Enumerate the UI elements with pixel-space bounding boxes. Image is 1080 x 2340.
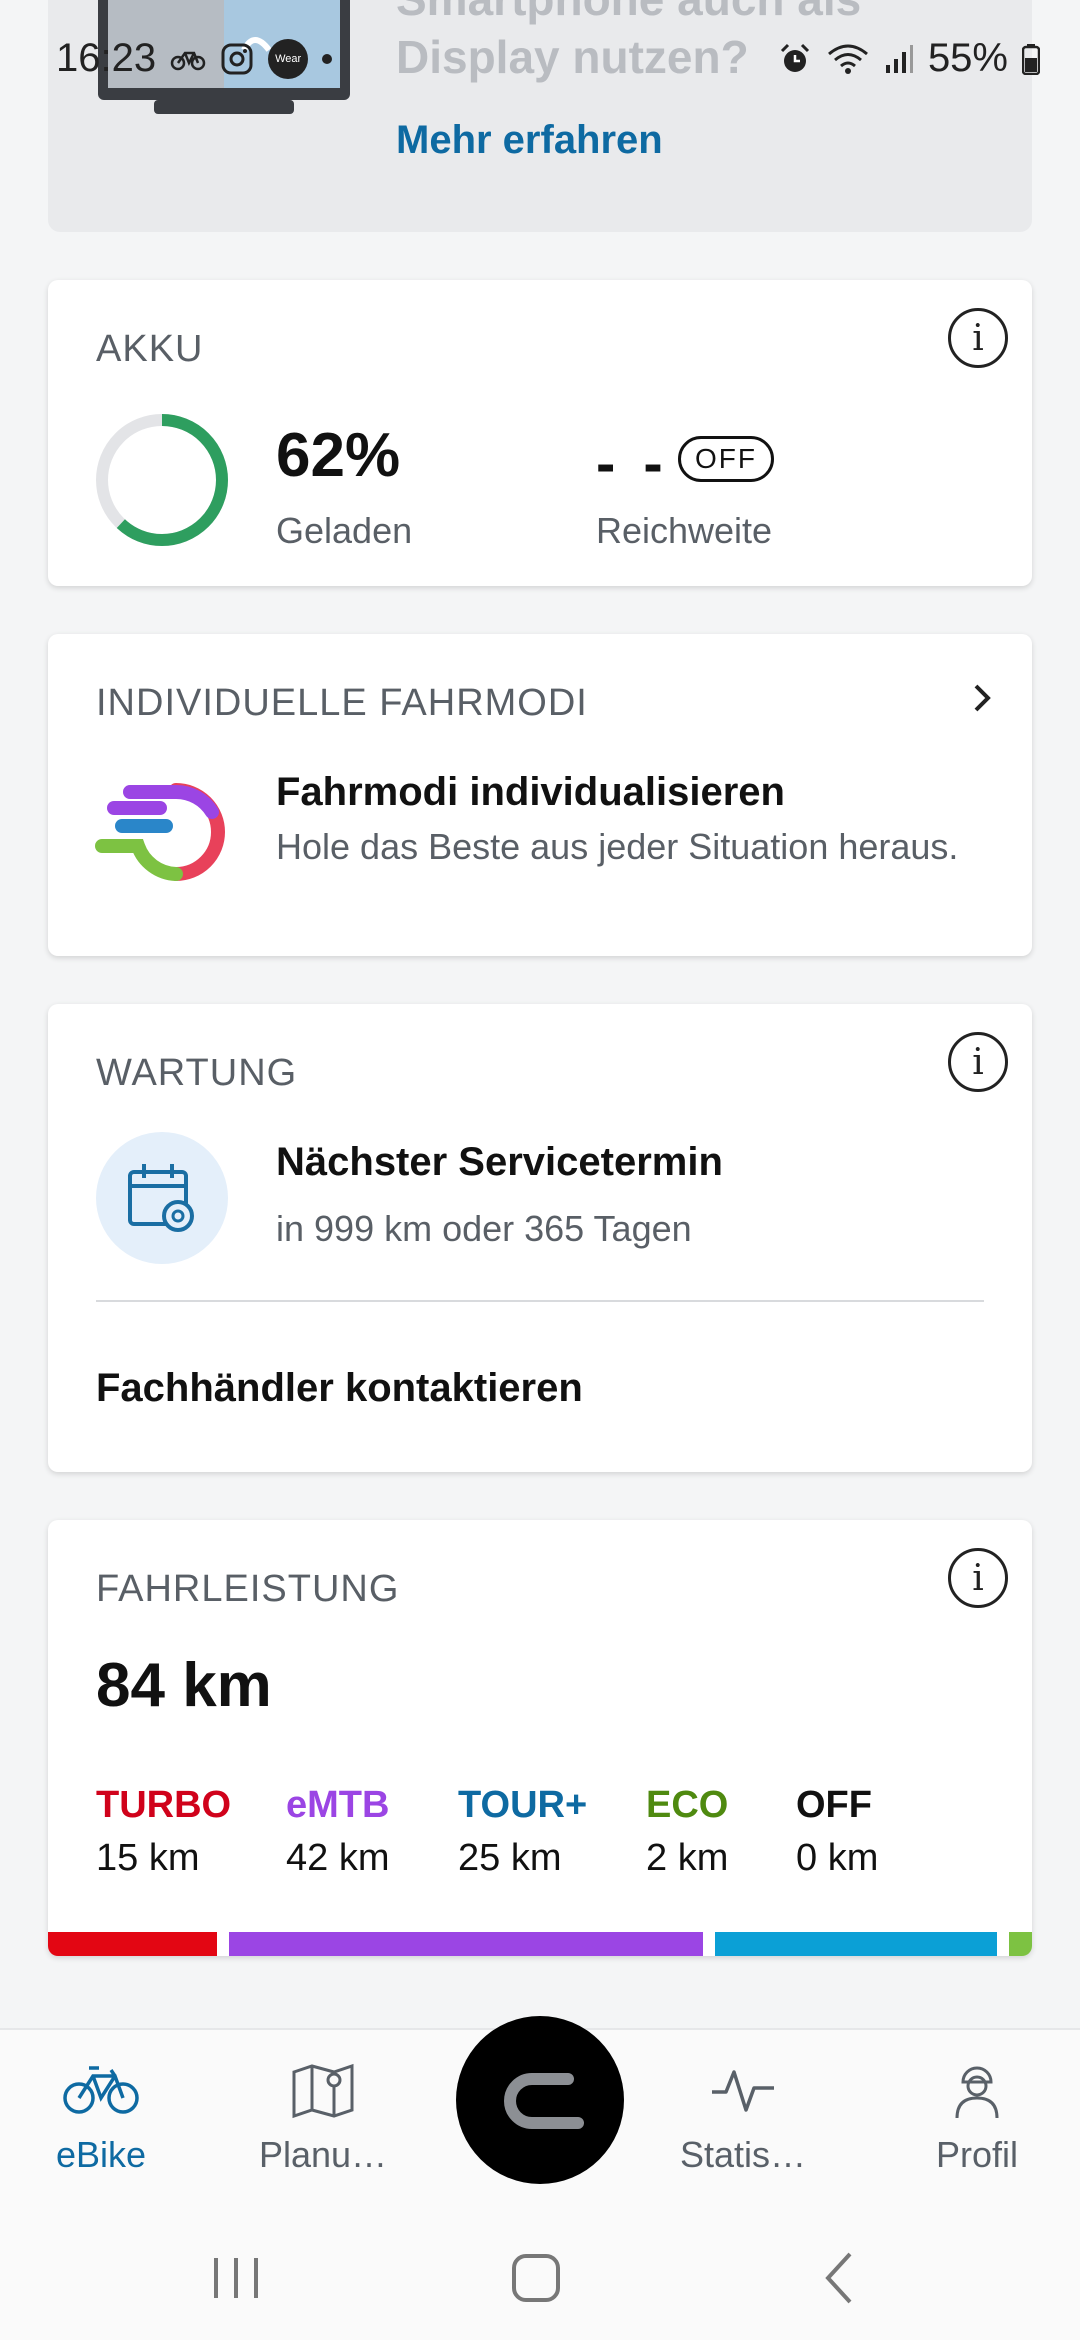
mode-bar-segment xyxy=(715,1932,998,1956)
bike-notification-icon xyxy=(170,47,206,71)
activity-icon xyxy=(658,2060,828,2120)
status-bar: 16:23 Wear 55% xyxy=(0,0,1080,122)
range-value: - - xyxy=(596,431,669,496)
mode-name: ECO xyxy=(646,1784,729,1826)
mode-eco: ECO 2 km xyxy=(646,1784,728,1880)
battery-percent-value: 62% xyxy=(276,421,401,490)
battery-percent-label: Geladen xyxy=(276,510,413,551)
maintenance-card: WARTUNG i Nächster Servicetermin in 999 … xyxy=(48,1004,1032,1472)
mode-bar-segment xyxy=(229,1932,704,1956)
mileage-title: FAHRLEISTUNG xyxy=(96,1568,400,1610)
riding-modes-icon xyxy=(94,778,244,893)
nav-profile[interactable]: Profil xyxy=(892,2060,1062,2176)
bottom-navigation: eBike Planu… Statis… Profil xyxy=(0,2016,1080,2214)
battery-card: AKKU i 62% Geladen - - OFF Reichweite xyxy=(48,280,1032,586)
instagram-icon xyxy=(220,42,254,76)
nav-label: Statis… xyxy=(679,2134,807,2175)
recent-apps-icon[interactable] xyxy=(206,2250,266,2311)
wear-os-icon: Wear xyxy=(268,38,309,79)
system-navigation-bar xyxy=(0,2214,1080,2340)
mode-distance: 15 km xyxy=(96,1837,200,1879)
mode-distance: 25 km xyxy=(458,1837,562,1879)
mode-bar-segment xyxy=(48,1932,218,1956)
learn-more-link[interactable]: Mehr erfahren xyxy=(396,118,663,163)
more-notifications-icon xyxy=(322,53,333,64)
maintenance-info-button[interactable]: i xyxy=(948,1032,1008,1092)
status-time: 16:23 xyxy=(56,36,157,80)
alarm-icon xyxy=(778,42,812,76)
mode-name: TOUR+ xyxy=(458,1784,588,1826)
battery-card-title: AKKU xyxy=(96,328,204,370)
chevron-right-icon[interactable] xyxy=(962,678,1002,723)
home-icon[interactable] xyxy=(506,2250,566,2311)
nav-label: Planu… xyxy=(258,2134,388,2175)
mode-name: OFF xyxy=(796,1784,872,1826)
nav-ebike[interactable]: eBike xyxy=(16,2060,186,2176)
mileage-info-button[interactable]: i xyxy=(948,1548,1008,1608)
bike-icon xyxy=(16,2060,186,2120)
signal-icon xyxy=(884,43,914,75)
contact-dealer-link[interactable]: Fachhändler kontaktieren xyxy=(96,1366,583,1411)
range-off-badge: OFF xyxy=(678,436,774,482)
mode-turbo: TURBO 15 km xyxy=(96,1784,231,1880)
map-icon xyxy=(238,2060,408,2120)
back-icon[interactable] xyxy=(812,2250,872,2311)
total-distance: 84 km xyxy=(96,1651,272,1720)
mileage-card: FAHRLEISTUNG i 84 km TURBO 15 km eMTB 42… xyxy=(48,1520,1032,1956)
status-right: 55% xyxy=(778,36,1040,81)
profile-helmet-icon xyxy=(892,2060,1062,2120)
next-service-details: in 999 km oder 365 Tagen xyxy=(276,1208,692,1249)
ride-start-button[interactable] xyxy=(456,2016,624,2184)
mode-name: TURBO xyxy=(96,1784,232,1826)
nav-label: Profil xyxy=(935,2134,1019,2175)
nav-planning[interactable]: Planu… xyxy=(238,2060,408,2176)
battery-percent: 55% xyxy=(927,36,1008,80)
riding-modes-card[interactable]: INDIVIDUELLE FAHRMODI Fahrmodi individua… xyxy=(48,634,1032,956)
maintenance-title: WARTUNG xyxy=(96,1052,298,1094)
nav-label: eBike xyxy=(55,2134,147,2175)
info-icon: i xyxy=(972,317,984,359)
nav-statistics[interactable]: Statis… xyxy=(658,2060,828,2176)
mode-off: OFF 0 km xyxy=(796,1784,878,1880)
info-icon: i xyxy=(972,1557,984,1599)
battery-info-button[interactable]: i xyxy=(948,308,1008,368)
riding-modes-heading: Fahrmodi individualisieren xyxy=(276,770,785,814)
mode-distance: 0 km xyxy=(796,1837,879,1879)
battery-ring-gauge xyxy=(94,412,230,553)
mode-name: eMTB xyxy=(286,1784,390,1826)
ride-screen-icon xyxy=(504,2073,584,2129)
mode-emtb: eMTB 42 km xyxy=(286,1784,389,1880)
status-left: 16:23 Wear xyxy=(56,36,333,81)
range-label: Reichweite xyxy=(596,510,773,551)
divider xyxy=(96,1300,984,1302)
mode-distance: 42 km xyxy=(286,1837,390,1879)
mode-bar-segment xyxy=(1009,1932,1032,1956)
next-service-heading: Nächster Servicetermin xyxy=(276,1140,723,1184)
mode-distance: 2 km xyxy=(646,1837,729,1879)
riding-modes-title: INDIVIDUELLE FAHRMODI xyxy=(96,682,588,724)
mode-distribution-bar xyxy=(48,1932,1032,1956)
riding-modes-description: Hole das Beste aus jeder Situation herau… xyxy=(276,826,959,867)
wifi-icon xyxy=(826,42,870,76)
info-icon: i xyxy=(972,1041,984,1083)
service-calendar-icon xyxy=(96,1132,228,1264)
mode-tour-plus: TOUR+ 25 km xyxy=(458,1784,587,1880)
battery-icon xyxy=(1022,43,1040,75)
